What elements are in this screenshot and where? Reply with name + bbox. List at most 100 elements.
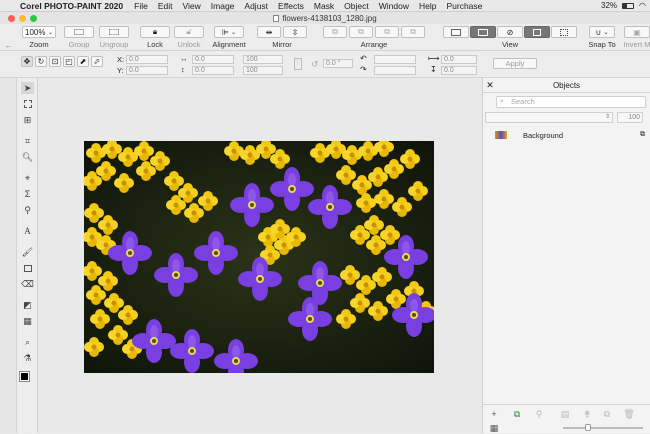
lock-icon: 🔒︎: [152, 27, 158, 36]
skew-horizontal-field[interactable]: 0.0: [441, 55, 477, 64]
width-icon: ↔: [180, 54, 188, 63]
invert-mask-button[interactable]: ▣: [624, 26, 650, 38]
transparency-tool-icon[interactable]: ⌕: [21, 336, 34, 348]
height-field[interactable]: 0.0: [192, 66, 234, 75]
new-object-button[interactable]: +: [488, 409, 500, 419]
app-name-menu[interactable]: Corel PHOTO-PAINT 2020: [18, 1, 129, 11]
to-front-button[interactable]: ⧉: [323, 26, 347, 38]
menu-file[interactable]: File: [129, 1, 153, 11]
zoom-slider-thumb[interactable]: [585, 424, 591, 431]
group-button[interactable]: [64, 26, 94, 38]
skew-vertical-icon: ↧: [430, 65, 437, 74]
rectangle-tool-icon[interactable]: [21, 262, 34, 274]
battery-icon[interactable]: [622, 2, 635, 9]
new-group-button[interactable]: ⧉: [511, 409, 523, 419]
object-row-background[interactable]: Background ⧉: [495, 129, 645, 141]
object-thumbnail: [495, 131, 507, 139]
eyedropper-tool-icon[interactable]: ⌖: [21, 172, 34, 184]
lock-object-icon[interactable]: ⧉: [640, 131, 645, 139]
distort-mode-button[interactable]: ◰: [63, 56, 75, 67]
lock-ratio-icon[interactable]: ⋮: [294, 58, 302, 70]
back-arrow-icon[interactable]: ←: [4, 40, 13, 50]
menu-adjust[interactable]: Adjust: [239, 1, 273, 11]
delete-object-button[interactable]: 🗑︎: [623, 409, 635, 419]
combine-objects-button[interactable]: ▤: [559, 409, 571, 419]
distort-icon: ◰: [65, 57, 73, 66]
alignment-button[interactable]: ⊫ ⌄: [214, 26, 244, 38]
skew-vertical-field[interactable]: 0.0: [441, 66, 477, 75]
rotate-mode-button[interactable]: ↻: [35, 56, 47, 67]
fill-tool-icon[interactable]: ▦: [21, 315, 34, 327]
position-mode-button[interactable]: ✥: [21, 56, 33, 67]
effect-tool-icon[interactable]: ◩: [21, 299, 34, 311]
rotate-clock-icon[interactable]: ↷: [360, 65, 367, 74]
width-field[interactable]: 0.0: [192, 55, 234, 64]
close-icon[interactable]: ✕: [483, 80, 497, 91]
menu-purchase[interactable]: Purchase: [441, 1, 487, 11]
view-bounding-button[interactable]: [551, 26, 577, 38]
scale-mode-button[interactable]: ⊡: [49, 56, 61, 67]
view-rulers-button[interactable]: [470, 26, 496, 38]
object-options-button[interactable]: ⚲: [533, 409, 545, 419]
eraser-tool-icon[interactable]: ⌫: [21, 278, 34, 290]
menu-object[interactable]: Object: [339, 1, 374, 11]
to-back-button[interactable]: ⧉: [401, 26, 425, 38]
view-grid-button[interactable]: [524, 26, 550, 38]
y-position-field[interactable]: 0.0: [126, 66, 168, 75]
mirror-vertical-button[interactable]: ⇳: [283, 26, 307, 38]
center-y-field[interactable]: [374, 66, 416, 75]
mirror-horizontal-icon: ⇹: [265, 27, 273, 37]
rotate-counter-icon[interactable]: ↶: [360, 54, 367, 63]
mask-tool-icon[interactable]: [21, 98, 34, 110]
wifi-icon[interactable]: ◠: [639, 1, 646, 10]
merge-button[interactable]: ⚵: [581, 409, 593, 419]
crop-tool-icon[interactable]: ⌗: [21, 135, 34, 147]
chevron-down-icon: ⌄: [603, 29, 609, 36]
x-label: X:: [117, 55, 125, 64]
color-picker-tool-icon[interactable]: ⚗: [21, 352, 34, 364]
ungroup-button[interactable]: [99, 26, 129, 38]
objects-search-input[interactable]: ⌕ Search: [496, 96, 646, 108]
mask-transform-icon[interactable]: ⊞: [21, 114, 34, 126]
flowers-image[interactable]: [84, 141, 434, 373]
scale-width-field[interactable]: 100: [243, 55, 283, 64]
center-x-field[interactable]: [374, 55, 416, 64]
to-front-icon: ⧉: [332, 27, 338, 36]
lock-button[interactable]: 🔒︎: [140, 26, 170, 38]
menu-effects[interactable]: Effects: [273, 1, 309, 11]
back-one-button[interactable]: ⧉: [375, 26, 399, 38]
opacity-field[interactable]: 100: [617, 112, 643, 123]
invert-mask-icon: ▣: [633, 27, 641, 37]
view-guides-button[interactable]: ⊘: [497, 26, 523, 38]
menu-mask[interactable]: Mask: [309, 1, 339, 11]
paint-tool-icon[interactable]: 🖌︎: [21, 246, 34, 258]
view-full-screen-button[interactable]: [443, 26, 469, 38]
zoom-slider[interactable]: [563, 427, 643, 429]
pick-tool-icon[interactable]: ➤: [21, 82, 34, 94]
unlock-button[interactable]: 🔓︎: [174, 26, 204, 38]
text-tool-icon[interactable]: A: [21, 225, 34, 237]
mirror-horizontal-button[interactable]: ⇹: [257, 26, 281, 38]
chevron-down-icon: ⇕: [604, 114, 610, 120]
apply-button[interactable]: Apply: [493, 58, 537, 69]
menu-window[interactable]: Window: [374, 1, 414, 11]
x-position-field[interactable]: 0.0: [126, 55, 168, 64]
rotation-angle-field[interactable]: 0.0 °: [323, 59, 353, 68]
perspective-mode-button[interactable]: ⬀: [91, 56, 103, 67]
duplicate-object-button[interactable]: ⧉: [601, 409, 613, 419]
scale-height-field[interactable]: 100: [243, 66, 283, 75]
menu-view[interactable]: View: [178, 1, 206, 11]
forward-one-button[interactable]: ⧉: [349, 26, 373, 38]
snap-to-button[interactable]: ∪ ⌄: [589, 26, 615, 38]
foreground-color-swatch[interactable]: [19, 371, 30, 382]
clone-tool-icon[interactable]: ⚲: [21, 204, 34, 216]
menu-image[interactable]: Image: [206, 1, 240, 11]
menu-edit[interactable]: Edit: [153, 1, 178, 11]
blend-mode-select[interactable]: ⇕: [485, 112, 613, 123]
zoom-select[interactable]: 100% ⌄: [22, 26, 56, 38]
red-eye-tool-icon[interactable]: Σ: [21, 188, 34, 200]
menu-help[interactable]: Help: [414, 1, 441, 11]
zoom-tool-icon[interactable]: 🔍︎: [21, 151, 34, 163]
skew-mode-button[interactable]: ⬈: [77, 56, 89, 67]
docker-options-button[interactable]: ▦: [488, 423, 500, 433]
